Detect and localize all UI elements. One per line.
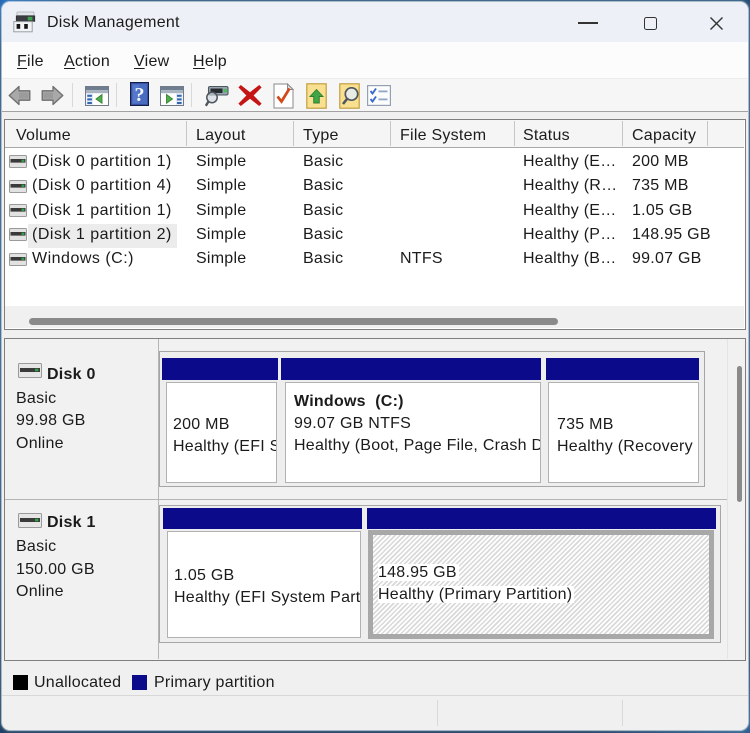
svg-text:?: ? (135, 84, 145, 106)
